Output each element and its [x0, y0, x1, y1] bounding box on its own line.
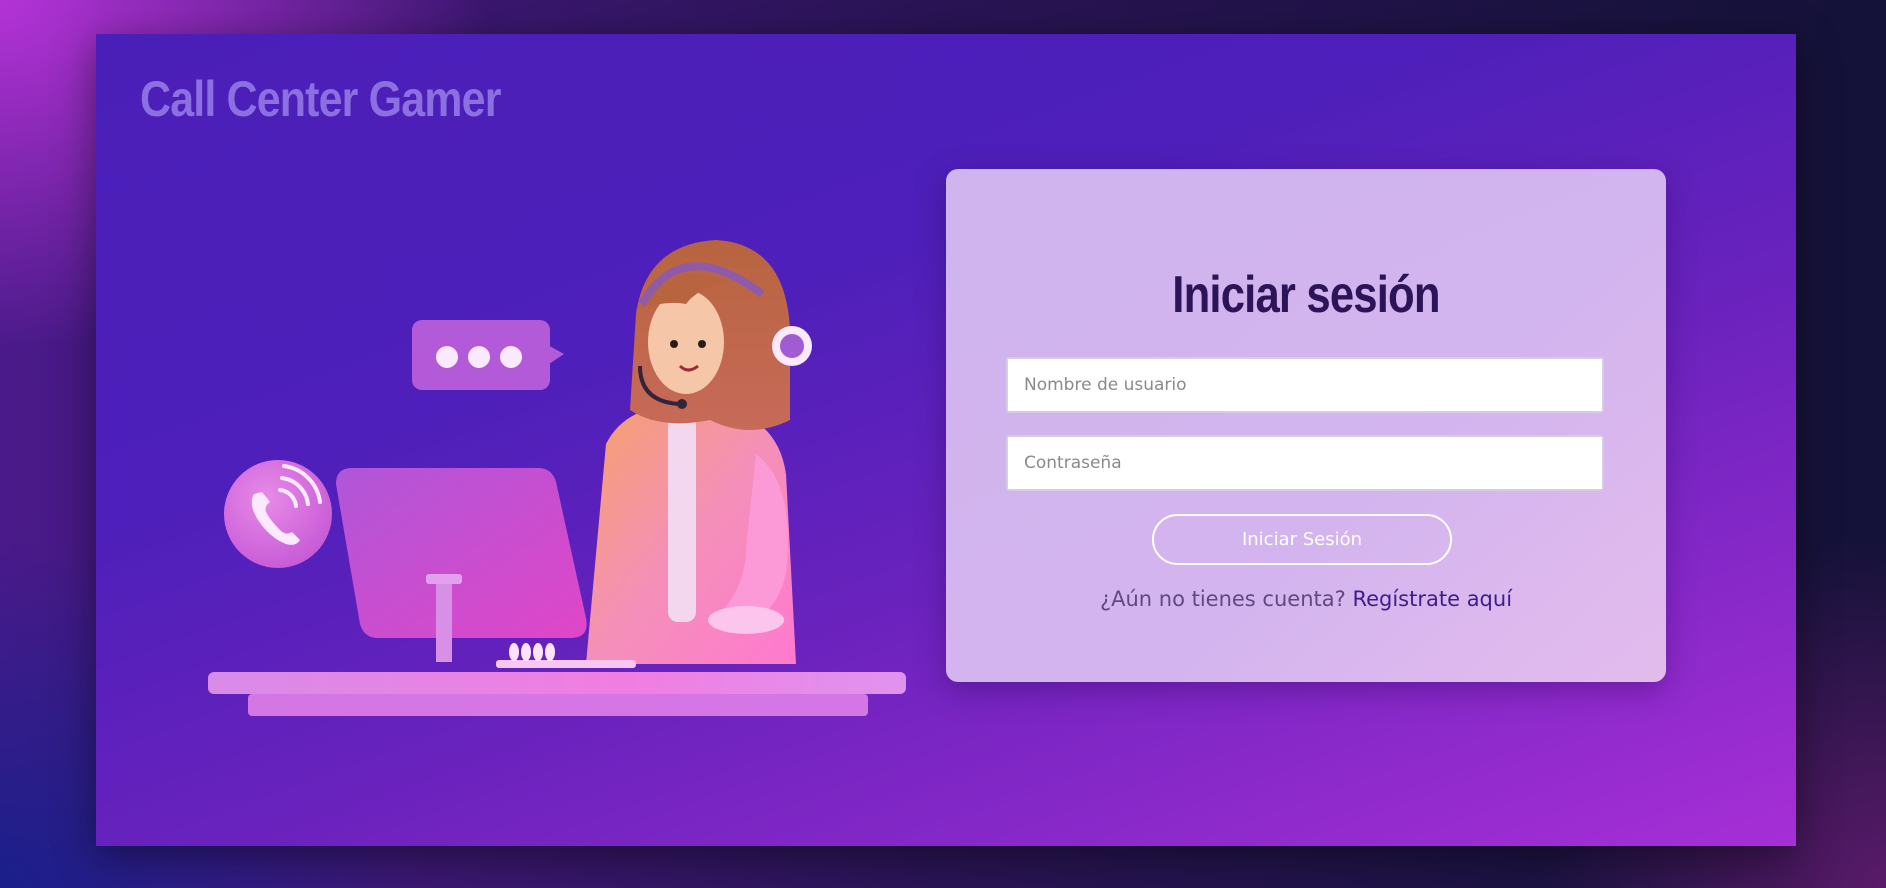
desk [208, 672, 906, 716]
password-input[interactable] [1006, 435, 1604, 491]
login-title: Iniciar sesión [1172, 266, 1440, 324]
username-input[interactable] [1006, 357, 1604, 413]
main-frame: Call Center Gamer Iniciar sesión Nombre … [96, 34, 1796, 846]
signup-row: ¿Aún no tienes cuenta? Regístrate aquí [946, 587, 1666, 611]
call-center-illustration [208, 240, 906, 716]
login-card: Iniciar sesión Iniciar Sesión ¿Aún no ti… [946, 169, 1666, 682]
signup-link[interactable]: Regístrate aquí [1352, 587, 1512, 611]
phone-call-icon [224, 460, 332, 568]
signup-prompt: ¿Aún no tienes cuenta? [1099, 587, 1346, 611]
chat-bubble-icon [412, 320, 564, 390]
headset-agent [586, 240, 812, 664]
brand-title: Call Center Gamer [140, 71, 501, 127]
login-button[interactable]: Iniciar Sesión [1152, 514, 1452, 565]
